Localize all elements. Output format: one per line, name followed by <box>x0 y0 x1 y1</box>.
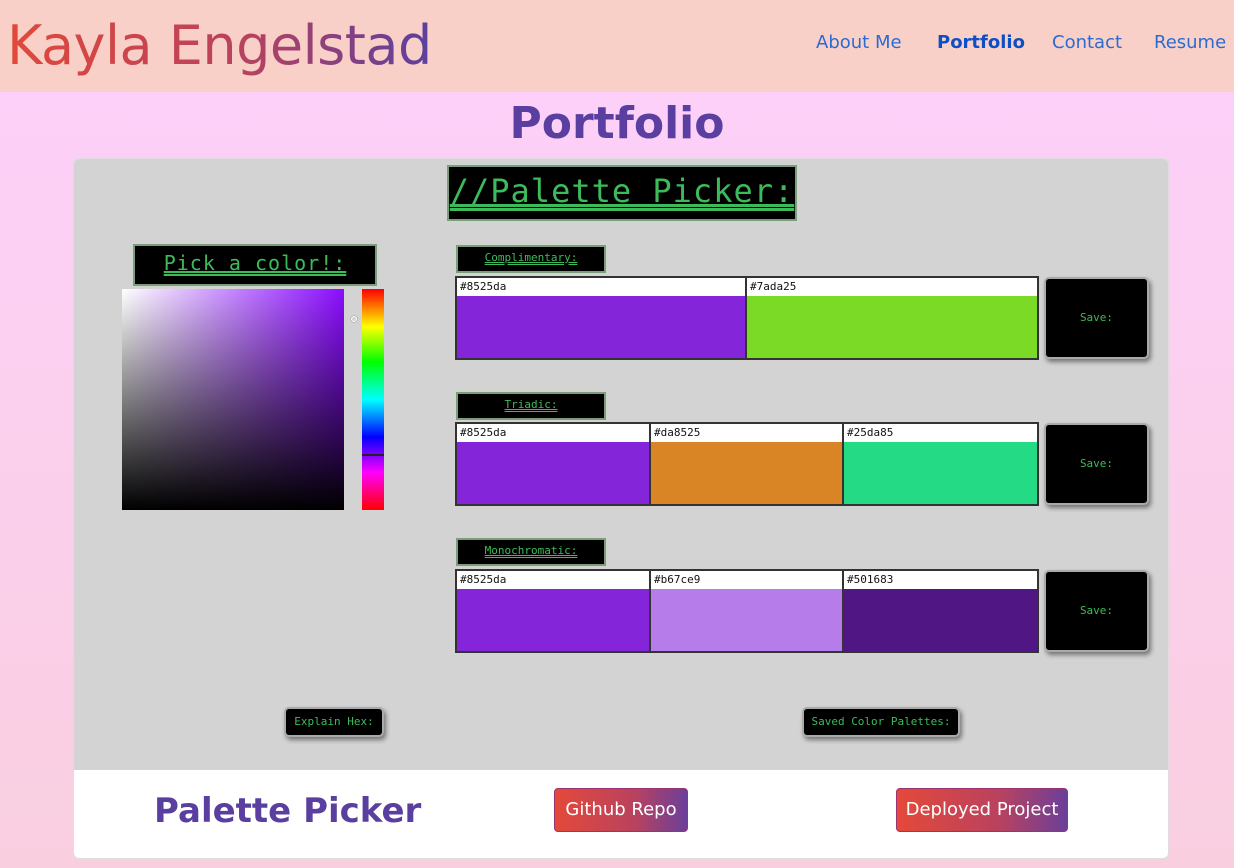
explain-hex-button[interactable]: Explain Hex: <box>284 707 384 737</box>
swatch-color <box>457 442 649 504</box>
project-card: //Palette Picker: Pick a color!: Complim… <box>73 158 1169 859</box>
swatch-hex: #7ada25 <box>747 278 1037 296</box>
hue-slider[interactable] <box>362 289 384 510</box>
swatch-hex: #da8525 <box>651 424 842 442</box>
saved-palettes-button[interactable]: Saved Color Palettes: <box>802 707 960 737</box>
app-title: //Palette Picker: <box>447 165 797 221</box>
save-triadic-button[interactable]: Save: <box>1044 423 1149 505</box>
project-name: Palette Picker <box>154 791 422 831</box>
swatch-color <box>651 589 842 651</box>
deployed-project-button[interactable]: Deployed Project <box>896 788 1068 832</box>
swatch[interactable]: #8525da <box>457 571 651 651</box>
swatch-hex: #8525da <box>457 571 649 589</box>
swatch-color <box>844 589 1037 651</box>
swatch[interactable]: #8525da <box>457 278 747 358</box>
swatch-color <box>844 442 1037 504</box>
save-complimentary-button[interactable]: Save: <box>1044 277 1149 359</box>
complimentary-palette: #8525da #7ada25 <box>455 276 1039 360</box>
saturation-value-picker[interactable] <box>122 289 357 510</box>
swatch-hex: #8525da <box>457 278 745 296</box>
picker-label: Pick a color!: <box>133 244 377 286</box>
triadic-label: Triadic: <box>456 392 606 420</box>
complimentary-label: Complimentary: <box>456 245 606 273</box>
swatch-hex: #25da85 <box>844 424 1037 442</box>
swatch-color <box>747 296 1037 358</box>
navbar: Kayla Engelstad About Me Portfolio Conta… <box>0 0 1234 92</box>
hue-slider-handle[interactable] <box>362 454 384 456</box>
picker-cursor[interactable] <box>351 316 357 322</box>
swatch[interactable]: #8525da <box>457 424 651 504</box>
swatch[interactable]: #501683 <box>844 571 1037 651</box>
swatch[interactable]: #da8525 <box>651 424 844 504</box>
swatch-color <box>457 589 649 651</box>
swatch[interactable]: #25da85 <box>844 424 1037 504</box>
swatch[interactable]: #b67ce9 <box>651 571 844 651</box>
save-monochromatic-button[interactable]: Save: <box>1044 570 1149 652</box>
monochromatic-palette: #8525da #b67ce9 #501683 <box>455 569 1039 653</box>
swatch-hex: #b67ce9 <box>651 571 842 589</box>
nav-about-me[interactable]: About Me <box>816 31 902 55</box>
nav-contact[interactable]: Contact <box>1052 31 1122 55</box>
monochromatic-label: Monochromatic: <box>456 538 606 566</box>
swatch-hex: #501683 <box>844 571 1037 589</box>
swatch-color <box>651 442 842 504</box>
swatch-color <box>457 296 745 358</box>
swatch[interactable]: #7ada25 <box>747 278 1037 358</box>
brand-name[interactable]: Kayla Engelstad <box>7 10 432 82</box>
github-repo-button[interactable]: Github Repo <box>554 788 688 832</box>
nav-resume[interactable]: Resume <box>1154 31 1226 55</box>
triadic-palette: #8525da #da8525 #25da85 <box>455 422 1039 506</box>
swatch-hex: #8525da <box>457 424 649 442</box>
nav-portfolio[interactable]: Portfolio <box>937 31 1025 55</box>
page-title: Portfolio <box>509 98 725 149</box>
app-preview: //Palette Picker: Pick a color!: Complim… <box>74 159 1168 770</box>
